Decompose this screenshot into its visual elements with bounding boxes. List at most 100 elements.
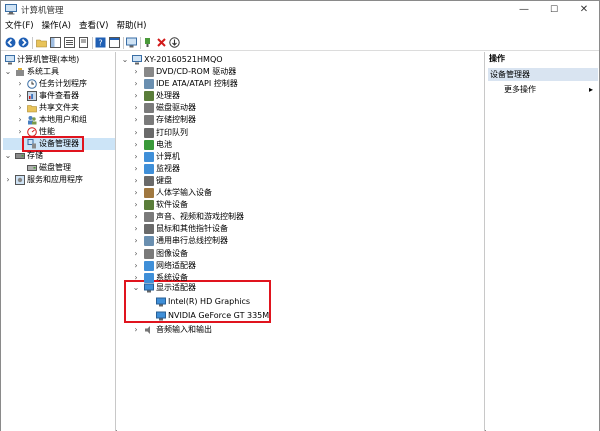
expand-chevron-icon[interactable]: › bbox=[132, 78, 140, 90]
toolbar-separator bbox=[123, 37, 124, 49]
tree-item-system-tools[interactable]: ⌄ 系统工具 bbox=[3, 66, 115, 78]
expand-chevron-icon[interactable]: › bbox=[132, 324, 140, 336]
device-category-row[interactable]: › 计算机 bbox=[119, 151, 479, 163]
expand-chevron-icon[interactable]: › bbox=[16, 102, 24, 114]
tree-item-shared-folders[interactable]: › 共享文件夹 bbox=[3, 102, 115, 114]
expand-chevron-icon[interactable]: › bbox=[132, 114, 140, 126]
device-category-label: 键盘 bbox=[156, 175, 172, 185]
device-category-icon bbox=[144, 224, 154, 235]
toolbar-separator bbox=[140, 37, 141, 49]
list-view-icon[interactable] bbox=[64, 37, 75, 48]
minimize-button[interactable]: — bbox=[509, 1, 539, 19]
device-category-row[interactable]: › 通用串行总线控制器 bbox=[119, 235, 479, 247]
device-category-row[interactable]: › 网络适配器 bbox=[119, 260, 479, 272]
device-category-row[interactable]: › 鼠标和其他指针设备 bbox=[119, 223, 479, 235]
properties-icon[interactable] bbox=[109, 37, 120, 48]
expand-chevron-icon[interactable]: › bbox=[132, 187, 140, 199]
device-category-row[interactable]: › 人体学输入设备 bbox=[119, 187, 479, 199]
device-category-row[interactable]: › 图像设备 bbox=[119, 248, 479, 260]
menu-action[interactable]: 操作(A) bbox=[38, 19, 75, 33]
expand-chevron-icon[interactable]: › bbox=[132, 139, 140, 151]
device-category-row[interactable]: › 声音、视频和游戏控制器 bbox=[119, 211, 479, 223]
device-category-row[interactable]: › IDE ATA/ATAPI 控制器 bbox=[119, 78, 479, 90]
expand-chevron-icon[interactable]: › bbox=[132, 151, 140, 163]
expand-chevron-icon[interactable]: › bbox=[132, 163, 140, 175]
more-actions-link[interactable]: 更多操作 bbox=[504, 83, 536, 96]
expand-chevron-icon[interactable]: › bbox=[132, 248, 140, 260]
collapse-chevron-icon[interactable]: ⌄ bbox=[4, 150, 12, 162]
help-icon[interactable]: ? bbox=[95, 37, 106, 48]
expand-chevron-icon[interactable]: › bbox=[16, 90, 24, 102]
device-category-icon bbox=[144, 175, 154, 186]
actions-header: 操作 bbox=[489, 54, 505, 63]
expand-chevron-icon[interactable]: › bbox=[132, 66, 140, 78]
shared-folder-icon bbox=[27, 105, 37, 113]
tree-item-label: 事件查看器 bbox=[39, 91, 79, 100]
device-category-row[interactable]: › 系统设备 bbox=[119, 272, 479, 284]
tree-item-services[interactable]: › 服务和应用程序 bbox=[3, 174, 115, 186]
expand-chevron-icon[interactable]: › bbox=[132, 260, 140, 272]
device-category-row[interactable]: › 存储控制器 bbox=[119, 114, 479, 126]
device-category-audio-io[interactable]: › 音频输入和输出 bbox=[119, 324, 479, 336]
device-category-label: 鼠标和其他指针设备 bbox=[156, 224, 228, 234]
device-category-icon bbox=[144, 151, 154, 162]
device-category-row[interactable]: › DVD/CD-ROM 驱动器 bbox=[119, 66, 479, 78]
tree-item-computer-management[interactable]: 计算机管理(本地) bbox=[3, 54, 115, 66]
monitor-icon[interactable] bbox=[126, 37, 137, 48]
expand-chevron-icon[interactable]: › bbox=[132, 175, 140, 187]
expand-chevron-icon[interactable]: › bbox=[132, 127, 140, 139]
expand-chevron-icon[interactable]: › bbox=[132, 223, 140, 235]
more-actions-arrow-icon[interactable]: ▸ bbox=[589, 83, 593, 96]
up-folder-icon[interactable] bbox=[36, 37, 47, 48]
show-hide-console-tree-icon[interactable] bbox=[50, 37, 61, 48]
device-root-label: XY-20160521HMQO bbox=[144, 55, 223, 64]
expand-chevron-icon[interactable]: › bbox=[4, 174, 12, 186]
collapse-chevron-icon[interactable]: ⌄ bbox=[121, 54, 129, 66]
expand-chevron-icon[interactable]: › bbox=[16, 78, 24, 90]
expand-chevron-icon[interactable]: › bbox=[132, 102, 140, 114]
tree-item-task-scheduler[interactable]: › 任务计划程序 bbox=[3, 78, 115, 90]
console-tree-pane: 计算机管理(本地) ⌄ 系统工具 › 任务计划程序 › 事件查看器 › 共享文件… bbox=[1, 52, 116, 431]
expand-chevron-icon[interactable]: › bbox=[16, 114, 24, 126]
tree-item-label: 磁盘管理 bbox=[39, 163, 71, 172]
device-category-row[interactable]: › 电池 bbox=[119, 139, 479, 151]
device-category-row[interactable]: › 监视器 bbox=[119, 163, 479, 175]
expand-chevron-icon[interactable]: › bbox=[132, 272, 140, 284]
collapse-chevron-icon[interactable]: ⌄ bbox=[4, 66, 12, 78]
back-icon[interactable] bbox=[5, 37, 16, 48]
device-category-row[interactable]: › 键盘 bbox=[119, 175, 479, 187]
forward-icon[interactable] bbox=[18, 37, 29, 48]
device-category-row[interactable]: › 磁盘驱动器 bbox=[119, 102, 479, 114]
scan-hardware-icon[interactable] bbox=[169, 37, 180, 48]
clock-icon bbox=[27, 79, 37, 89]
maximize-button[interactable]: ☐ bbox=[539, 1, 569, 19]
toolbar-separator bbox=[92, 37, 93, 49]
device-category-row[interactable]: › 打印队列 bbox=[119, 127, 479, 139]
expand-chevron-icon[interactable]: › bbox=[132, 90, 140, 102]
tree-item-label: 任务计划程序 bbox=[39, 79, 87, 88]
device-category-label: DVD/CD-ROM 驱动器 bbox=[156, 67, 237, 76]
tree-item-local-users[interactable]: › 本地用户和组 bbox=[3, 114, 115, 126]
device-category-icon bbox=[144, 103, 154, 114]
tree-item-storage[interactable]: ⌄ 存储 bbox=[3, 150, 115, 162]
device-category-row[interactable]: › 软件设备 bbox=[119, 199, 479, 211]
title-bar: 计算机管理 — ☐ ✕ bbox=[1, 1, 599, 19]
actions-section-device-manager[interactable]: 设备管理器 bbox=[488, 68, 598, 81]
close-button[interactable]: ✕ bbox=[569, 1, 599, 19]
tree-item-label: 系统工具 bbox=[27, 67, 59, 76]
menu-file[interactable]: 文件(F) bbox=[1, 19, 38, 33]
update-driver-icon[interactable] bbox=[143, 37, 154, 48]
expand-chevron-icon[interactable]: › bbox=[132, 235, 140, 247]
menu-help[interactable]: 帮助(H) bbox=[112, 19, 150, 33]
device-root-computer[interactable]: ⌄ XY-20160521HMQO bbox=[119, 54, 479, 66]
tree-item-label: 本地用户和组 bbox=[39, 115, 87, 124]
expand-chevron-icon[interactable]: › bbox=[132, 199, 140, 211]
uninstall-icon[interactable] bbox=[156, 37, 167, 48]
expand-chevron-icon[interactable]: › bbox=[132, 211, 140, 223]
device-category-row[interactable]: › 处理器 bbox=[119, 90, 479, 102]
export-list-icon[interactable] bbox=[78, 37, 89, 48]
device-tree-pane: ⌄ XY-20160521HMQO ⌄ 显示适配器 Intel(R) HD Gr… bbox=[117, 52, 485, 431]
tree-item-event-viewer[interactable]: › 事件查看器 bbox=[3, 90, 115, 102]
tree-item-disk-management[interactable]: 磁盘管理 bbox=[3, 162, 115, 174]
menu-view[interactable]: 查看(V) bbox=[75, 19, 112, 33]
